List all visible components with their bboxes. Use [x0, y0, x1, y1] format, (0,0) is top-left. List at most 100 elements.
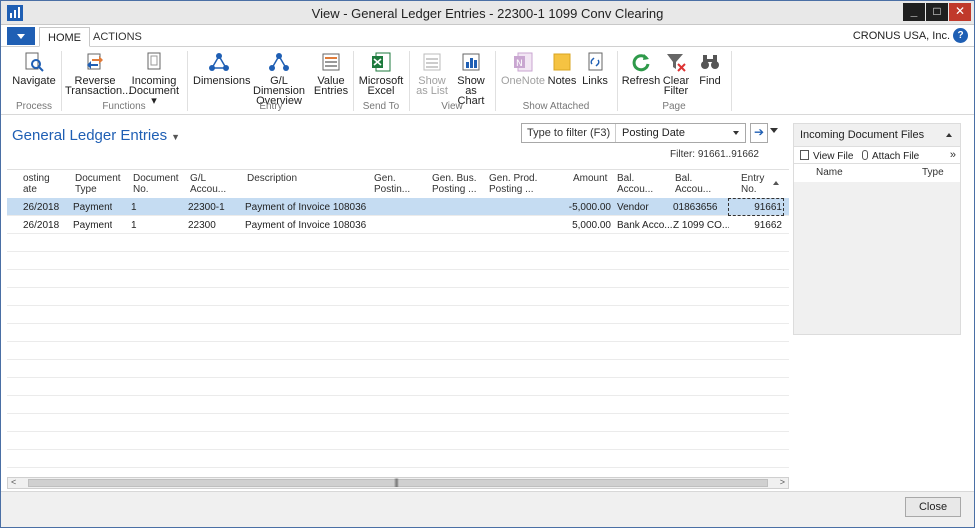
- table-row[interactable]: 26/2018 Payment 1 22300 Payment of Invoi…: [7, 216, 789, 234]
- ribbon-separator: [187, 51, 188, 111]
- apply-filter-button[interactable]: ➔: [750, 123, 768, 143]
- filter-field-select[interactable]: Posting Date: [615, 124, 745, 142]
- column-header-document-no[interactable]: Document No.: [133, 173, 179, 195]
- incoming-document-button[interactable]: Incoming Document ▾: [127, 51, 181, 107]
- entries-grid: osting ate Document Type Document No. G/L Ac…: [7, 169, 789, 473]
- notes-icon: [553, 53, 571, 71]
- close-window-button[interactable]: ✕: [949, 3, 971, 21]
- find-icon: [701, 55, 719, 69]
- scroll-grip-icon: |||: [394, 477, 399, 487]
- close-button[interactable]: Close: [905, 497, 961, 517]
- gl-dimension-overview-button[interactable]: G/L Dimension Overview: [247, 51, 311, 107]
- arrow-right-icon: ➔: [753, 125, 765, 139]
- help-icon[interactable]: ?: [953, 28, 968, 43]
- onenote-icon: N: [514, 52, 533, 72]
- show-chart-icon: [462, 53, 480, 71]
- column-header-gen-bus-posting[interactable]: Gen. Bus. Posting ...: [432, 173, 476, 195]
- column-header-type[interactable]: Type: [922, 167, 944, 178]
- empty-row: [7, 432, 789, 450]
- notes-button[interactable]: Notes: [547, 51, 577, 87]
- table-row[interactable]: 26/2018 Payment 1 22300-1 Payment of Inv…: [7, 198, 789, 216]
- app-menu-button[interactable]: [7, 27, 35, 45]
- ribbon-tab-bar: HOME ACTIONS CRONUS USA, Inc. ?: [1, 25, 974, 47]
- empty-row: [7, 270, 789, 288]
- dropdown-arrow-icon[interactable]: [733, 131, 739, 135]
- column-header-entry-no[interactable]: Entry No.: [741, 173, 764, 195]
- column-header-description[interactable]: Description: [247, 173, 297, 184]
- tab-actions[interactable]: ACTIONS: [85, 27, 150, 47]
- scroll-left-icon[interactable]: <: [11, 477, 16, 487]
- group-label-functions: Functions: [102, 101, 146, 112]
- chevron-down-icon: ▼: [171, 132, 181, 142]
- find-button[interactable]: Find: [695, 51, 725, 87]
- more-actions-icon[interactable]: »: [950, 149, 956, 161]
- links-icon: [588, 52, 603, 71]
- factbox-action-bar: View File Attach File »: [794, 146, 960, 164]
- column-header-gen-posting-type[interactable]: Gen. Postin...: [374, 173, 410, 195]
- links-button[interactable]: Links: [579, 51, 611, 87]
- refresh-icon: [632, 54, 650, 72]
- column-header-gl-account[interactable]: G/L Accou...: [190, 173, 226, 195]
- reverse-transaction-button[interactable]: Reverse Transaction...: [65, 51, 131, 97]
- view-file-icon: [800, 150, 809, 160]
- empty-row: [7, 288, 789, 306]
- empty-row: [7, 450, 789, 468]
- page-title[interactable]: General Ledger Entries ▼: [12, 127, 180, 144]
- attach-file-button[interactable]: Attach File: [862, 150, 919, 162]
- ribbon-separator: [495, 51, 496, 111]
- scroll-right-icon[interactable]: >: [780, 477, 785, 487]
- ribbon: Navigate Process Reverse Transaction... …: [1, 47, 974, 115]
- column-header-gen-prod-posting[interactable]: Gen. Prod. Posting ...: [489, 173, 537, 195]
- empty-row: [7, 396, 789, 414]
- main-list-area: General Ledger Entries ▼ Type to filter (…: [7, 119, 789, 489]
- empty-row: [7, 342, 789, 360]
- column-header-document-type[interactable]: Document Type: [75, 173, 121, 195]
- microsoft-excel-button[interactable]: Microsoft Excel: [357, 51, 405, 97]
- empty-row: [7, 306, 789, 324]
- column-header-name[interactable]: Name: [816, 167, 843, 178]
- column-header-posting-date[interactable]: osting ate: [23, 173, 50, 195]
- collapse-icon[interactable]: [946, 133, 952, 137]
- view-file-button[interactable]: View File: [800, 150, 853, 162]
- clear-filter-button[interactable]: Clear Filter: [661, 51, 691, 97]
- show-as-chart-button[interactable]: Show as Chart: [451, 51, 491, 107]
- onenote-button[interactable]: N OneNote: [499, 51, 547, 87]
- dimensions-button[interactable]: Dimensions: [193, 51, 250, 87]
- column-header-bal-account-no[interactable]: Bal. Accou...: [675, 173, 711, 195]
- company-name[interactable]: CRONUS USA, Inc.: [853, 30, 950, 42]
- ribbon-separator: [353, 51, 354, 111]
- filter-info: Filter: 91661..91662: [670, 149, 759, 160]
- column-header-bal-account-type[interactable]: Bal. Accou...: [617, 173, 653, 195]
- empty-row: [7, 360, 789, 378]
- clear-filter-icon: [667, 54, 686, 72]
- group-label-page: Page: [662, 101, 686, 112]
- minimize-button[interactable]: _: [903, 3, 925, 21]
- filter-input[interactable]: Type to filter (F3): [527, 127, 610, 139]
- empty-row: [7, 378, 789, 396]
- refresh-button[interactable]: Refresh: [621, 51, 661, 87]
- navigate-button[interactable]: Navigate: [11, 51, 57, 87]
- expand-filter-icon[interactable]: [770, 128, 778, 133]
- empty-row: [7, 234, 789, 252]
- dimensions-icon: [209, 53, 229, 71]
- ribbon-separator: [61, 51, 62, 111]
- ribbon-separator: [409, 51, 410, 111]
- incoming-document-icon: [147, 52, 161, 70]
- show-as-list-button[interactable]: Show as List: [413, 51, 451, 97]
- maximize-button[interactable]: □: [926, 3, 948, 21]
- empty-row: [7, 414, 789, 432]
- window-title: View - General Ledger Entries - 22300-1 …: [311, 6, 664, 21]
- column-header-amount[interactable]: Amount: [573, 173, 607, 184]
- reverse-transaction-icon: [87, 53, 103, 70]
- horizontal-scrollbar[interactable]: < ||| >: [7, 477, 789, 489]
- tab-home[interactable]: HOME: [39, 27, 90, 47]
- value-entries-button[interactable]: Value Entries: [313, 51, 349, 97]
- gl-dimension-icon: [269, 53, 289, 71]
- navigate-icon: [25, 52, 44, 72]
- title-bar: View - General Ledger Entries - 22300-1 …: [1, 1, 974, 25]
- group-label-show-attached: Show Attached: [522, 101, 590, 112]
- excel-icon: [372, 52, 391, 72]
- empty-row: [7, 324, 789, 342]
- incoming-document-files-factbox: Incoming Document Files View File Attach…: [793, 123, 961, 335]
- filter-box[interactable]: Type to filter (F3) Posting Date: [521, 123, 746, 143]
